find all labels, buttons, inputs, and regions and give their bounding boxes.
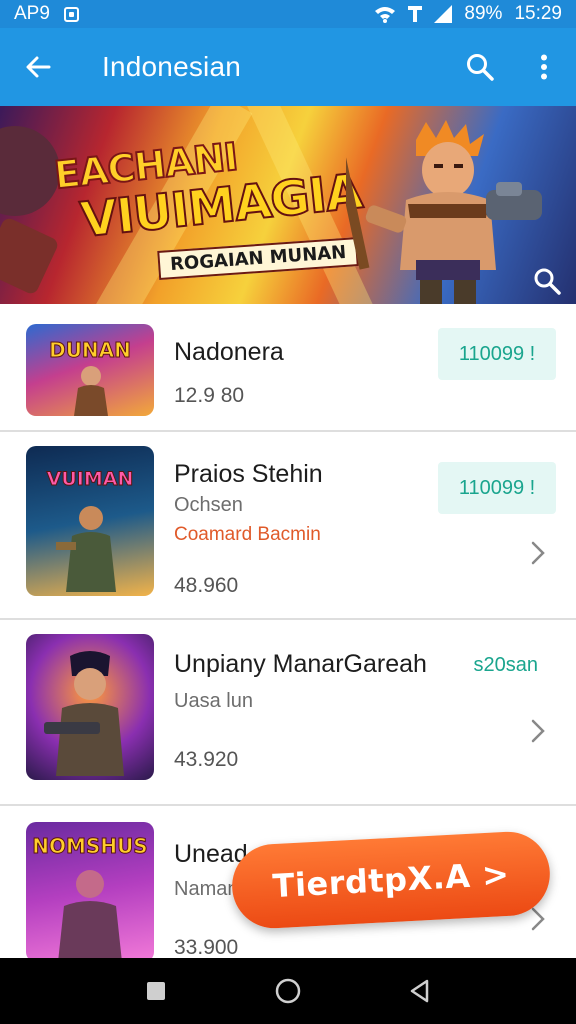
list-item[interactable]: DUNAN Nadonera 12.9 80 110099 ! — [0, 304, 576, 432]
status-left-text: AP9 — [14, 3, 50, 24]
back-triangle-icon — [410, 979, 429, 1003]
page-title: Indonesian — [102, 51, 242, 82]
character-art — [56, 506, 116, 592]
thumbnail-title: NOMSHUS — [32, 834, 148, 859]
chevron-right-icon[interactable] — [530, 540, 546, 566]
item-title: Unpiany ManarGareah — [174, 650, 427, 678]
battery-text: 89% — [464, 3, 503, 24]
thumbnail-title: DUNAN — [49, 338, 132, 363]
search-button[interactable] — [448, 28, 512, 106]
floating-action-button[interactable]: TierdtpX.A > — [230, 829, 552, 931]
data-arrows-icon — [408, 6, 423, 22]
item-value: 43.920 — [174, 748, 239, 771]
featured-banner[interactable]: EACHANI VIUIMAGIA ROGAIAN MUNAN — [0, 106, 576, 304]
list-item[interactable]: VUIMAN Praios Stehin Ochsen Coamard Bacm… — [0, 432, 576, 620]
character-art — [58, 870, 122, 962]
game-thumbnail — [26, 634, 154, 780]
notification-icon — [63, 6, 79, 22]
item-value: 33.900 — [174, 936, 239, 959]
game-thumbnail: VUIMAN — [26, 446, 154, 596]
back-arrow-icon — [26, 56, 51, 78]
character-art — [74, 366, 108, 416]
item-accent-label: Coamard Bacmin — [174, 524, 321, 545]
signal-icon — [434, 5, 453, 23]
game-thumbnail: DUNAN — [26, 324, 154, 416]
item-subtitle: Ochsen — [174, 494, 243, 516]
system-nav-bar — [0, 958, 576, 1024]
item-title: Praios Stehin — [174, 460, 323, 488]
item-subtitle: Uasa lun — [174, 690, 253, 712]
list-item[interactable]: Unpiany ManarGareah s20san Uasa lun 43.9… — [0, 620, 576, 806]
chevron-right-icon[interactable] — [530, 906, 546, 932]
item-title: Nadonera — [174, 338, 284, 366]
more-vert-icon — [541, 54, 547, 80]
price-badge[interactable]: 110099 ! — [438, 328, 556, 380]
thumbnail-title: VUIMAN — [46, 468, 134, 491]
recents-square-icon — [147, 982, 165, 1000]
home-circle-icon — [275, 978, 301, 1004]
banner-subtitle: ROGAIAN MUNAN — [157, 237, 360, 280]
zoom-search-icon[interactable] — [532, 266, 562, 296]
hero-character-image — [346, 120, 542, 304]
character-art — [44, 651, 124, 776]
search-icon — [467, 54, 494, 81]
wifi-icon — [375, 7, 396, 23]
game-thumbnail: NOMSHUS — [26, 822, 154, 962]
back-button[interactable] — [0, 28, 76, 106]
home-button[interactable] — [268, 971, 308, 1011]
item-value: 12.9 80 — [174, 384, 245, 407]
banner-logo: EACHANI VIUIMAGIA ROGAIAN MUNAN — [46, 134, 366, 286]
price-badge[interactable]: 110099 ! — [438, 462, 556, 514]
status-bar: AP9 89% 15:29 — [0, 0, 576, 28]
app-screen: AP9 89% 15:29 Indonesian EACHANI VIUIMAG… — [0, 0, 576, 1024]
item-tag: s20san — [473, 654, 539, 676]
clock: 15:29 — [514, 3, 562, 24]
more-options-button[interactable] — [512, 28, 576, 106]
item-subtitle: Naman — [174, 878, 239, 900]
chevron-right-icon[interactable] — [530, 718, 546, 744]
app-bar: Indonesian — [0, 28, 576, 106]
recents-button[interactable] — [136, 971, 176, 1011]
nav-back-button[interactable] — [400, 971, 440, 1011]
item-value: 48.960 — [174, 574, 239, 597]
